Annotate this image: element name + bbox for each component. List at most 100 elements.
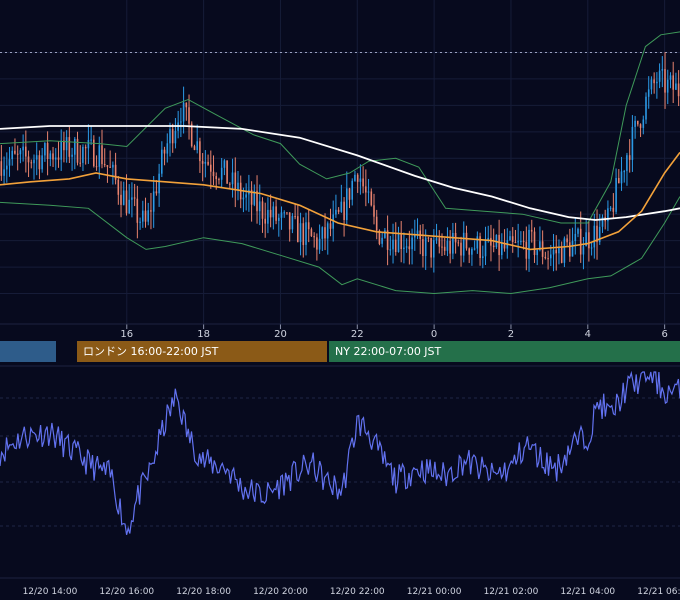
price-tick-label-4: 0 [431, 329, 437, 340]
candle-body-83 [226, 160, 228, 184]
candle-body-53 [144, 210, 147, 222]
candle-body-131 [356, 174, 359, 182]
candle-body-174 [473, 248, 476, 250]
candle-body-166 [452, 233, 454, 254]
candle-body-81 [220, 167, 223, 180]
candle-body-118 [321, 227, 324, 239]
candle-body-26 [71, 154, 73, 157]
candle-body-197 [536, 249, 538, 256]
candle-body-241 [656, 81, 658, 84]
candle-body-98 [267, 209, 269, 224]
candle-body-94 [256, 190, 258, 212]
candle-body-90 [245, 194, 247, 198]
candle-body-201 [547, 258, 549, 260]
candle-body-68 [185, 102, 188, 108]
session-ny-bar: NY 22:00-07:00 JST [329, 341, 680, 362]
candle-body-85 [231, 172, 234, 185]
candle-body-181 [492, 245, 495, 248]
candle-body-15 [41, 155, 43, 170]
candle-body-111 [302, 223, 305, 245]
chart-canvas: 16 18 20 22 0 2 4 6 12/20 14:00 12/20 16:00 12/20… [0, 0, 680, 600]
candle-body-151 [411, 237, 413, 250]
candle-body-8 [22, 146, 24, 151]
candle-body-135 [367, 191, 370, 193]
candle-body-245 [666, 79, 669, 93]
candle-body-129 [351, 180, 353, 200]
candle-body-87 [237, 182, 239, 191]
candle-body-76 [207, 161, 209, 165]
candle-body-110 [299, 223, 302, 243]
candle-body-170 [462, 232, 465, 256]
candle-body-235 [639, 124, 642, 128]
candle-body-130 [354, 174, 356, 181]
oscillator-tick-label-7: 12/21 04:00 [560, 587, 615, 597]
candle-body-36 [98, 145, 101, 167]
candle-body-61 [166, 143, 169, 154]
candle-body-243 [661, 69, 664, 71]
candle-body-78 [212, 171, 215, 177]
candle-body-207 [563, 238, 566, 263]
candle-body-147 [400, 234, 402, 249]
candle-body-55 [150, 210, 152, 212]
candle-body-249 [677, 83, 680, 97]
candle-body-140 [381, 237, 383, 244]
candle-body-4 [11, 150, 13, 160]
candle-body-29 [79, 162, 81, 164]
candle-body-184 [501, 242, 503, 256]
candle-body-238 [647, 89, 650, 97]
price-tick-label-1: 18 [197, 329, 210, 340]
candle-body-1 [3, 169, 5, 176]
candle-body-214 [582, 246, 585, 255]
price-tick-label-6: 4 [585, 329, 591, 340]
candle-body-149 [405, 246, 408, 248]
candle-body-134 [365, 186, 367, 193]
candle-body-37 [101, 145, 103, 165]
candle-body-30 [82, 146, 84, 163]
candle-body-156 [424, 237, 427, 256]
candle-body-242 [658, 70, 661, 82]
candle-body-102 [278, 217, 280, 221]
candle-body-77 [210, 164, 212, 172]
candle-body-173 [471, 248, 473, 255]
oscillator-tick-label-3: 12/20 20:00 [253, 587, 308, 597]
candle-body-155 [422, 239, 424, 256]
oscillator-tick-label-0: 12/20 14:00 [23, 587, 78, 597]
candle-body-187 [509, 236, 511, 241]
candle-body-177 [482, 256, 484, 258]
candle-body-104 [283, 212, 285, 214]
candle-body-145 [394, 239, 397, 252]
candle-body-5 [14, 150, 16, 154]
candle-body-18 [49, 153, 52, 159]
candle-body-69 [188, 107, 190, 124]
candle-body-216 [588, 232, 590, 249]
candle-body-119 [324, 227, 326, 239]
candle-body-168 [457, 242, 460, 244]
candle-body-188 [511, 236, 514, 242]
oscillator-tick-label-8: 12/21 06:00 [637, 587, 680, 597]
candle-body-9 [25, 146, 27, 157]
price-tick-label-2: 20 [274, 329, 287, 340]
candle-body-146 [397, 234, 400, 252]
candle-body-127 [346, 188, 348, 220]
candle-body-121 [329, 223, 332, 229]
candle-body-120 [326, 223, 329, 239]
candle-body-132 [359, 178, 362, 182]
candle-body-202 [550, 254, 552, 259]
candle-body-64 [174, 130, 177, 144]
candle-body-58 [158, 173, 160, 194]
candle-body-133 [362, 178, 364, 187]
candle-body-236 [642, 119, 645, 128]
candle-body-82 [223, 160, 226, 168]
candle-body-20 [54, 157, 57, 160]
candle-body-49 [133, 197, 136, 199]
candle-body-231 [628, 155, 631, 160]
candle-body-141 [384, 230, 386, 238]
candle-body-109 [297, 216, 299, 243]
candle-body-240 [653, 79, 655, 84]
candle-body-115 [313, 236, 315, 238]
oscillator-tick-label-2: 12/20 18:00 [176, 587, 231, 597]
candle-body-239 [650, 79, 653, 90]
candle-body-191 [520, 241, 522, 243]
candle-body-172 [468, 248, 470, 255]
candle-body-31 [84, 146, 87, 149]
